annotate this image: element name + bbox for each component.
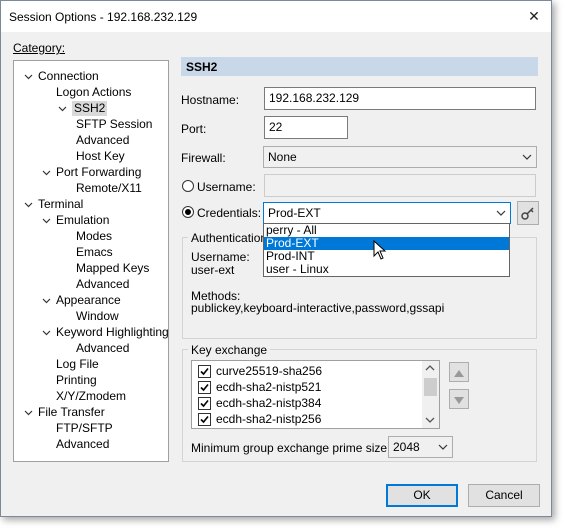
tree-item[interactable]: Advanced: [76, 341, 129, 356]
tree-item[interactable]: Keyword Highlighting: [56, 325, 169, 340]
checkbox[interactable]: [198, 381, 211, 394]
auth-username-label: Username:: [191, 250, 250, 264]
tree-item[interactable]: Emulation: [56, 213, 109, 228]
mouse-cursor-icon: [373, 240, 387, 260]
scrollbar-thumb[interactable]: [424, 378, 437, 396]
firewall-value: None: [268, 150, 297, 164]
key-icon: [521, 207, 534, 220]
chevron-down-icon: [496, 210, 506, 216]
tree-item[interactable]: Port Forwarding: [56, 165, 141, 180]
tree-item[interactable]: Printing: [56, 373, 97, 388]
chevron-down-icon: [522, 154, 532, 160]
section-header: SSH2: [181, 57, 538, 76]
checkbox[interactable]: [198, 413, 211, 426]
tree-item[interactable]: Host Key: [76, 149, 125, 164]
key-exchange-item[interactable]: curve25519-sha256: [196, 364, 420, 379]
category-tree[interactable]: Connection Logon Actions SSH2 SFTP Session A…: [13, 60, 169, 462]
credentials-option[interactable]: user - Linux: [264, 263, 509, 276]
tree-item[interactable]: Window: [76, 309, 119, 324]
username-label: Username:: [197, 180, 256, 194]
key-exchange-title: Key exchange: [188, 343, 271, 357]
min-group-value: 2048: [393, 440, 420, 454]
tree-expand-chevron-icon[interactable]: [42, 216, 51, 225]
port-label: Port:: [181, 122, 207, 136]
key-exchange-item-label: ecdh-sha2-nistp521: [216, 380, 322, 394]
close-icon: ✕: [528, 8, 540, 24]
move-up-button[interactable]: [449, 362, 469, 382]
tree-item[interactable]: Modes: [76, 229, 112, 244]
tree-item[interactable]: Remote/X11: [76, 181, 142, 196]
tree-expand-chevron-icon[interactable]: [24, 200, 33, 209]
credentials-value: Prod-EXT: [268, 206, 321, 220]
min-group-select[interactable]: 2048: [388, 436, 453, 458]
min-group-label: Minimum group exchange prime size:: [191, 441, 391, 455]
credentials-radio[interactable]: [182, 206, 194, 218]
authentication-title: Authentication: [188, 231, 271, 245]
tree-expand-chevron-icon[interactable]: [58, 104, 67, 113]
tree-item[interactable]: SSH2: [72, 101, 108, 116]
key-exchange-item-label: curve25519-sha256: [216, 364, 323, 378]
hostname-label: Hostname:: [181, 93, 240, 107]
checkbox[interactable]: [198, 365, 211, 378]
key-exchange-item-label: ecdh-sha2-nistp256: [216, 412, 322, 426]
tree-expand-chevron-icon[interactable]: [24, 408, 33, 417]
tree-item[interactable]: SFTP Session: [76, 117, 152, 132]
tree-item[interactable]: Emacs: [76, 245, 113, 260]
tree-item[interactable]: Terminal: [38, 197, 83, 212]
tree-expand-chevron-icon[interactable]: [42, 328, 51, 337]
tree-expand-chevron-icon[interactable]: [42, 168, 51, 177]
tree-item[interactable]: Log File: [56, 357, 99, 372]
tree-item[interactable]: Appearance: [56, 293, 121, 308]
checkmark-icon: [200, 415, 209, 424]
key-exchange-item[interactable]: ecdh-sha2-nistp521: [196, 380, 420, 395]
chevron-down-icon: [438, 444, 448, 450]
close-button[interactable]: ✕: [521, 5, 547, 27]
tree-expand-chevron-icon[interactable]: [24, 72, 33, 81]
title-bar: Session Options - 192.168.232.129 ✕: [1, 1, 551, 32]
checkbox[interactable]: [198, 397, 211, 410]
key-exchange-list[interactable]: curve25519-sha256 ecdh-sha2-nistp521 ecdh-…: [191, 360, 440, 429]
firewall-label: Firewall:: [181, 151, 226, 165]
key-exchange-item-label: ecdh-sha2-nistp384: [216, 396, 322, 410]
firewall-select[interactable]: None: [263, 146, 537, 168]
credentials-manager-button[interactable]: [517, 201, 539, 225]
key-exchange-item[interactable]: ecdh-sha2-nistp384: [196, 396, 420, 411]
tree-item[interactable]: Advanced: [76, 133, 129, 148]
checkmark-icon: [200, 383, 209, 392]
key-exchange-item[interactable]: ecdh-sha2-nistp256: [196, 412, 420, 427]
auth-methods-value: publickey,keyboard-interactive,password,…: [191, 301, 445, 315]
username-field[interactable]: [264, 174, 536, 197]
tree-item[interactable]: FTP/SFTP: [56, 421, 113, 436]
move-down-button[interactable]: [449, 389, 469, 409]
category-label: Category:: [13, 41, 66, 55]
checkmark-icon: [200, 367, 209, 376]
key-exchange-scrollbar[interactable]: [422, 361, 439, 428]
scroll-down-icon[interactable]: [425, 417, 435, 423]
triangle-up-icon: [454, 370, 464, 377]
section-title: SSH2: [186, 60, 218, 74]
tree-item[interactable]: Connection: [38, 69, 99, 84]
triangle-down-icon: [454, 397, 464, 404]
tree-expand-chevron-icon[interactable]: [42, 296, 51, 305]
tree-item[interactable]: Advanced: [56, 437, 109, 452]
tree-item[interactable]: X/Y/Zmodem: [56, 389, 126, 404]
scroll-up-icon[interactable]: [425, 365, 435, 371]
tree-item[interactable]: Logon Actions: [56, 85, 131, 100]
ok-button[interactable]: OK: [386, 484, 458, 507]
session-options-dialog: Session Options - 192.168.232.129 ✕ Cate…: [0, 0, 552, 517]
hostname-field[interactable]: 192.168.232.129: [264, 87, 536, 110]
username-radio[interactable]: [182, 180, 194, 192]
checkmark-icon: [200, 399, 209, 408]
tree-item[interactable]: File Transfer: [38, 405, 105, 420]
auth-username-value: user-ext: [191, 263, 235, 277]
credentials-label: Credentials:: [197, 206, 262, 220]
tree-item[interactable]: Advanced: [76, 277, 129, 292]
port-field[interactable]: 22: [264, 116, 348, 139]
credentials-select[interactable]: Prod-EXT: [263, 202, 511, 224]
tree-item[interactable]: Mapped Keys: [76, 261, 149, 276]
cancel-button[interactable]: Cancel: [468, 484, 540, 507]
window-title: Session Options - 192.168.232.129: [9, 10, 198, 24]
